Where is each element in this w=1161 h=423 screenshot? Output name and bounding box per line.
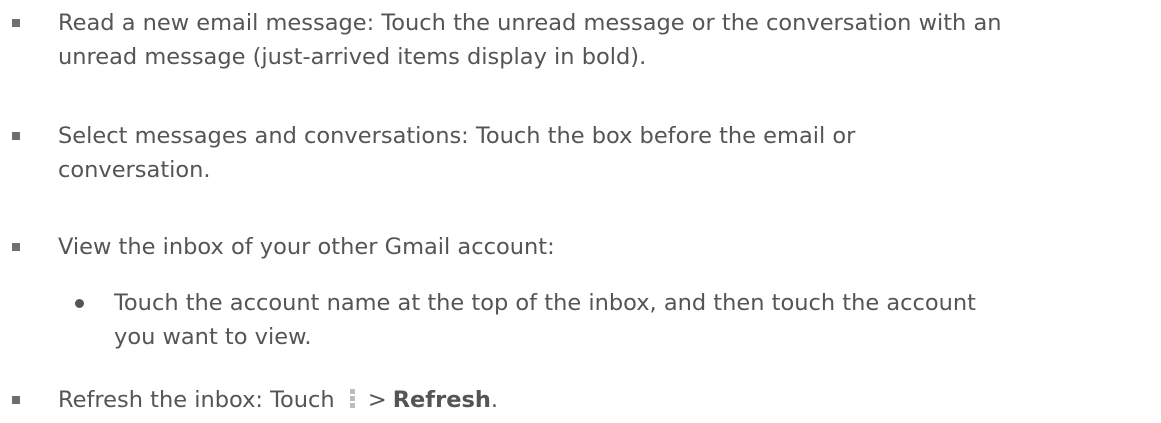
sub-list-item-text-line: Touch the account name at the top of the… — [114, 290, 976, 316]
list-item-text-line: unread message (just-arrived items displ… — [58, 44, 647, 70]
sub-list-item-text-line: you want to view. — [114, 324, 312, 350]
refresh-suffix-text: . — [490, 387, 499, 413]
list-item-select-messages: Select messages and conversations: Touch… — [12, 119, 1148, 187]
menu-separator: > — [367, 387, 387, 413]
list-item-text-line: conversation. — [58, 157, 211, 183]
list-item-text-line: Read a new email message: Touch the unre… — [58, 10, 1002, 36]
refresh-action-text: Refresh — [392, 387, 491, 413]
list-item-text-line: Refresh the inbox: Touch > Refresh. — [58, 383, 1148, 417]
round-bullet-icon — [75, 299, 84, 308]
sub-list-item-touch-account: Touch the account name at the top of the… — [75, 286, 1144, 354]
list-item-text-line: Select messages and conversations: Touch… — [58, 123, 856, 149]
overflow-menu-icon — [349, 387, 355, 410]
list-item-read-message: Read a new email message: Touch the unre… — [12, 6, 1148, 74]
square-bullet-icon — [12, 19, 20, 27]
square-bullet-icon — [12, 132, 20, 140]
list-item-view-other-inbox: View the inbox of your other Gmail accou… — [12, 230, 1148, 264]
refresh-prefix-text: Refresh the inbox: Touch — [58, 387, 335, 413]
list-item-refresh-inbox: Refresh the inbox: Touch > Refresh. — [12, 383, 1148, 417]
square-bullet-icon — [12, 396, 20, 404]
square-bullet-icon — [12, 243, 20, 251]
list-item-text-line: View the inbox of your other Gmail accou… — [58, 234, 555, 260]
